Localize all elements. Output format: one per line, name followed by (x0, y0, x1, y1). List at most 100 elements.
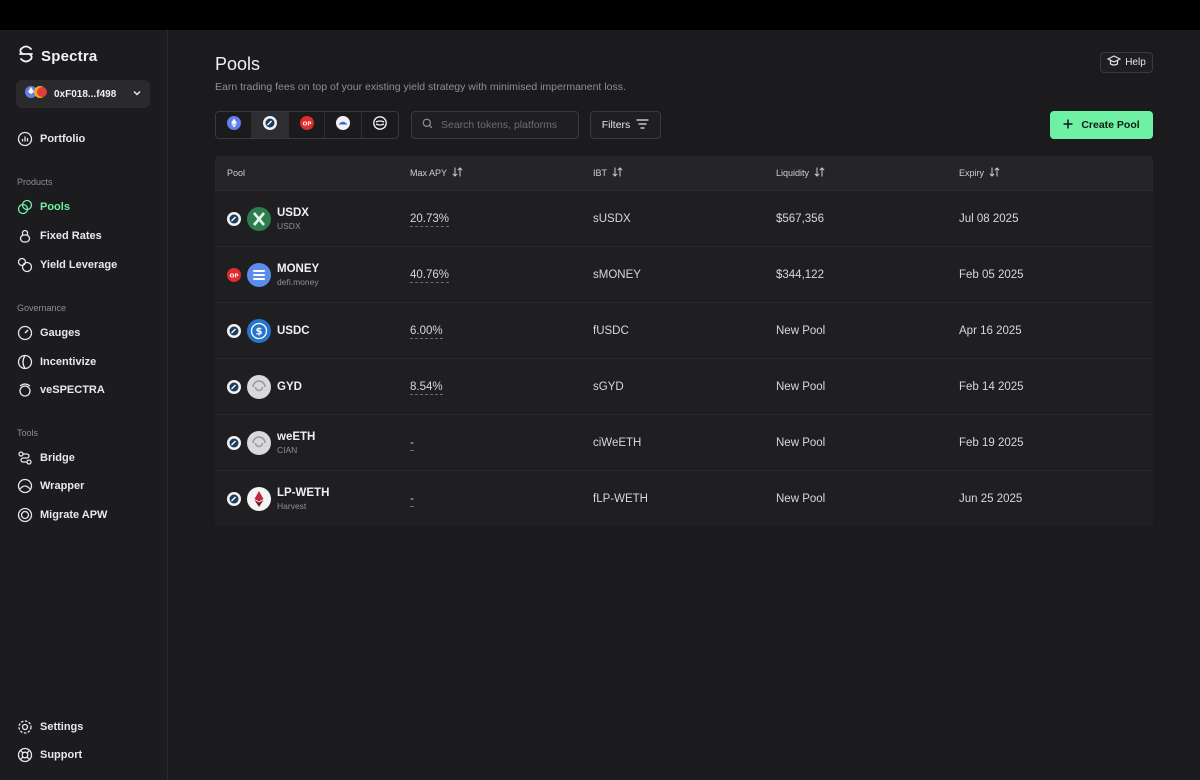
expiry-cell: Apr 16 2025 (959, 324, 1022, 337)
liquidity-cell: $344,122 (776, 268, 824, 281)
chain-optimism-button[interactable]: OP (289, 112, 326, 138)
base-chain-icon (227, 379, 241, 394)
table-row[interactable]: GYD 8.54% sGYD New Pool Feb 14 2025 (215, 358, 1153, 414)
table-row[interactable]: USDX USDX 20.73% sUSDX $567,356 Jul 08 20… (215, 190, 1153, 246)
optimism-icon: OP (299, 115, 314, 135)
search-input[interactable] (441, 119, 561, 131)
gyd-icon (247, 374, 271, 399)
chart-pie-icon (17, 131, 33, 147)
ibt-cell: ciWeETH (593, 436, 642, 449)
pool-cell: $ USDC (215, 318, 398, 343)
header-pool-label: Pool (227, 168, 246, 178)
sort-icon (452, 167, 463, 179)
apy-cell: - (398, 492, 581, 507)
nav-incentivize[interactable]: Incentivize (17, 354, 96, 370)
table-row[interactable]: OP MONEY defi.money 40.76% sMONEY $344,12… (215, 246, 1153, 302)
max-apy-value[interactable]: 20.73% (410, 212, 450, 227)
base-chain-icon (227, 435, 241, 450)
apy-cell: 8.54% (398, 380, 581, 395)
nav-gauges[interactable]: Gauges (17, 325, 80, 341)
filters-label: Filters (601, 119, 631, 131)
search-box[interactable] (411, 111, 579, 139)
chevron-down-icon (132, 85, 142, 103)
bridge-icon (17, 450, 33, 466)
ibt-cell: sGYD (593, 380, 624, 393)
sonic-icon (372, 115, 387, 135)
spectra-logo-icon (17, 45, 35, 68)
base-chain-icon (227, 491, 241, 506)
brand-logo[interactable]: Spectra (17, 45, 97, 68)
header-ibt[interactable]: IBT (581, 167, 764, 179)
apy-cell: 40.76% (398, 268, 581, 283)
help-button[interactable]: Help (1100, 52, 1153, 73)
svg-text:OP: OP (302, 121, 311, 127)
wallet-selector[interactable]: 0xF018...f498 (16, 80, 150, 108)
header-max-apy[interactable]: Max APY (398, 167, 581, 179)
nav-migrate-apw[interactable]: Migrate APW (17, 507, 107, 523)
nav-bridge-label: Bridge (40, 452, 75, 464)
filters-button[interactable]: Filters (590, 111, 661, 139)
window-topbar (0, 0, 1200, 30)
pools-icon (17, 199, 33, 215)
graduation-cap-icon (1106, 55, 1122, 70)
nav-yield-leverage-label: Yield Leverage (40, 259, 118, 271)
table-row[interactable]: LP-WETH Harvest - fLP-WETH New Pool Jun 2… (215, 470, 1153, 526)
max-apy-value[interactable]: 6.00% (410, 324, 443, 339)
liquidity-cell: $567,356 (776, 212, 824, 225)
eth-icon (247, 486, 271, 511)
incentivize-icon (17, 354, 33, 370)
max-apy-value[interactable]: - (410, 436, 414, 451)
pool-cell: weETH CIAN (215, 430, 398, 455)
pool-cell: USDX USDX (215, 206, 398, 231)
chain-arbitrum-button[interactable] (325, 112, 362, 138)
create-pool-button[interactable]: Create Pool (1050, 111, 1153, 139)
pool-cell: LP-WETH Harvest (215, 486, 398, 511)
nav-pools[interactable]: Pools (17, 199, 70, 215)
nav-portfolio[interactable]: Portfolio (17, 131, 85, 147)
max-apy-value[interactable]: 8.54% (410, 380, 443, 395)
nav-wrapper[interactable]: Wrapper (17, 478, 84, 494)
header-expiry[interactable]: Expiry (947, 167, 1153, 179)
svg-text:OP: OP (230, 273, 239, 279)
main-content: Pools Earn trading fees on top of your e… (168, 30, 1200, 780)
base-chain-icon (227, 323, 241, 338)
search-icon (422, 116, 433, 134)
sort-icon (989, 167, 1000, 179)
nav-portfolio-label: Portfolio (40, 133, 86, 145)
nav-pools-label: Pools (40, 201, 70, 213)
pool-platform: USDX (277, 220, 301, 231)
weeth-icon (247, 430, 271, 455)
ibt-cell: sUSDX (593, 212, 631, 225)
apy-cell: - (398, 436, 581, 451)
table-row[interactable]: weETH CIAN - ciWeETH New Pool Feb 19 2025 (215, 414, 1153, 470)
chain-sonic-button[interactable] (362, 112, 398, 138)
pool-platform: defi.money (277, 276, 319, 287)
max-apy-value[interactable]: 40.76% (410, 268, 450, 283)
liquidity-cell: New Pool (776, 492, 826, 505)
pools-table: Pool Max APY IBT Liquidity Expiry USDX US… (215, 156, 1153, 526)
nav-yield-leverage[interactable]: Yield Leverage (17, 257, 117, 273)
table-row[interactable]: $ USDC 6.00% fUSDC New Pool Apr 16 2025 (215, 302, 1153, 358)
header-liquidity-label: Liquidity (776, 168, 810, 178)
liquidity-cell: New Pool (776, 324, 826, 337)
nav-incentivize-label: Incentivize (40, 356, 97, 368)
apy-cell: 20.73% (398, 212, 581, 227)
sort-icon (612, 167, 623, 179)
wallet-address: 0xF018...f498 (54, 88, 117, 100)
nav-vespectra-label: veSPECTRA (40, 384, 105, 396)
max-apy-value[interactable]: - (410, 492, 414, 507)
vespectra-icon (17, 382, 33, 398)
nav-support[interactable]: Support (17, 747, 82, 763)
nav-settings[interactable]: Settings (17, 719, 83, 735)
header-liquidity[interactable]: Liquidity (764, 167, 947, 179)
nav-vespectra[interactable]: veSPECTRA (17, 382, 105, 398)
expiry-cell: Jul 08 2025 (959, 212, 1019, 225)
brand-name: Spectra (41, 48, 98, 65)
chain-ethereum-button[interactable] (216, 112, 253, 138)
chain-base-button[interactable] (252, 112, 289, 138)
nav-fixed-rates[interactable]: Fixed Rates (17, 228, 102, 244)
nav-section-governance: Governance (17, 303, 67, 313)
nav-bridge[interactable]: Bridge (17, 450, 75, 466)
nav-section-products: Products (17, 177, 53, 187)
nav-wrapper-label: Wrapper (40, 480, 85, 492)
